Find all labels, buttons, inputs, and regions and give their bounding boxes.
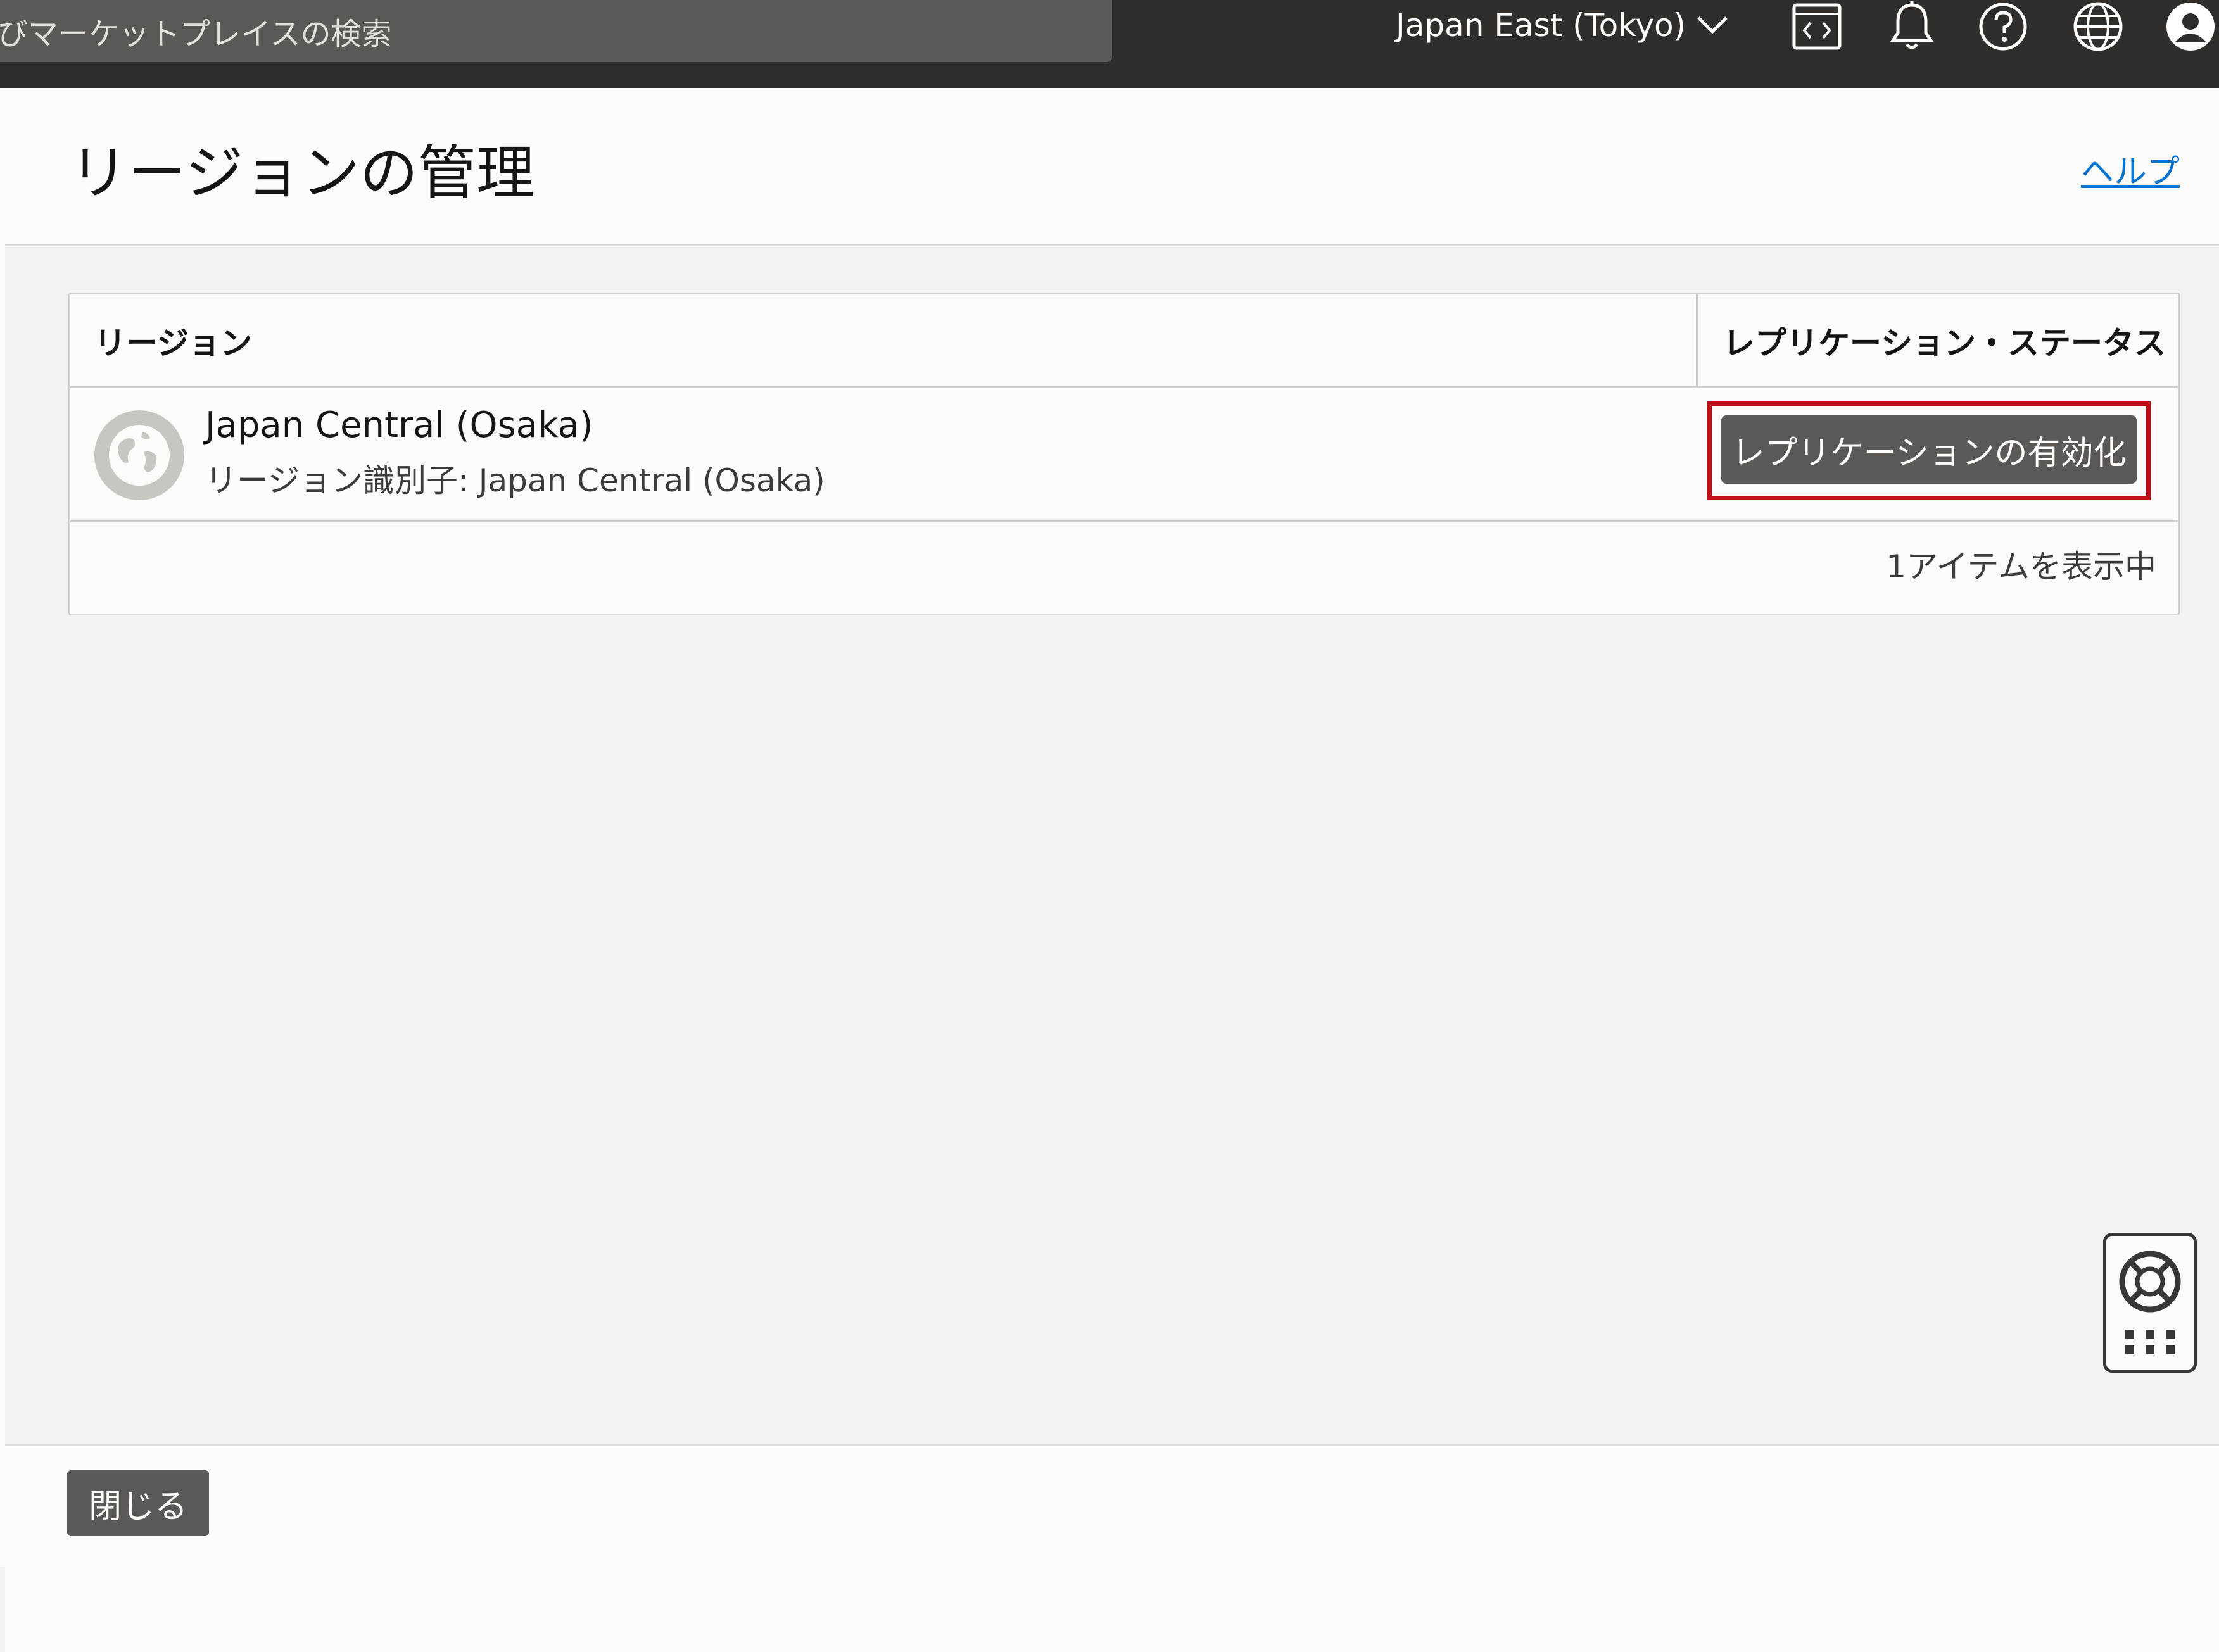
search-input[interactable]: びマーケットプレイスの検索: [0, 0, 1112, 62]
manage-regions-panel: リージョンの管理 ヘルプ リージョン レプリケーション・ステータス Japan …: [5, 88, 2219, 1652]
table-header: リージョン レプリケーション・ステータス: [70, 294, 2178, 388]
user-icon[interactable]: [2162, 0, 2219, 53]
column-header-replication-status[interactable]: レプリケーション・ステータス: [1723, 294, 2166, 386]
bell-icon[interactable]: [1883, 0, 1940, 53]
panel-footer: 閉じる: [5, 1444, 2219, 1652]
item-count: 1アイテムを表示中: [1886, 548, 2156, 585]
region-selector-label: Japan East (Tokyo): [1396, 7, 1686, 44]
page-title: リージョンの管理: [70, 139, 535, 207]
lifebuoy-icon: [2119, 1251, 2181, 1313]
enable-replication-button[interactable]: レプリケーションの有効化: [1721, 415, 2137, 484]
help-link[interactable]: ヘルプ: [2081, 145, 2180, 192]
search-placeholder: びマーケットプレイスの検索: [0, 16, 392, 52]
column-header-region[interactable]: リージョン: [94, 294, 252, 386]
background-page-edge: [0, 88, 5, 1567]
region-globe-icon: [94, 410, 184, 500]
top-bar: びマーケットプレイスの検索 Japan East (Tokyo): [0, 0, 2219, 88]
code-editor-icon[interactable]: [1788, 0, 1845, 53]
chevron-down-icon: [1696, 14, 1729, 37]
table-row: Japan Central (Osaka) リージョン識別子: Japan Ce…: [70, 388, 2178, 522]
region-identifier: リージョン識別子: Japan Central (Osaka): [205, 462, 825, 499]
region-selector[interactable]: Japan East (Tokyo): [1396, 0, 1729, 51]
help-circle-icon[interactable]: [1975, 0, 2032, 53]
globe-icon[interactable]: [2070, 0, 2127, 53]
regions-table: リージョン レプリケーション・ステータス Japan Central (Osak…: [68, 293, 2180, 615]
apps-grid-icon: [2125, 1330, 2175, 1354]
close-button[interactable]: 閉じる: [67, 1470, 209, 1536]
panel-header: リージョンの管理 ヘルプ: [5, 88, 2219, 246]
support-widget[interactable]: [2103, 1233, 2197, 1373]
column-divider: [1696, 294, 1698, 386]
region-name: Japan Central (Osaka): [205, 405, 593, 446]
